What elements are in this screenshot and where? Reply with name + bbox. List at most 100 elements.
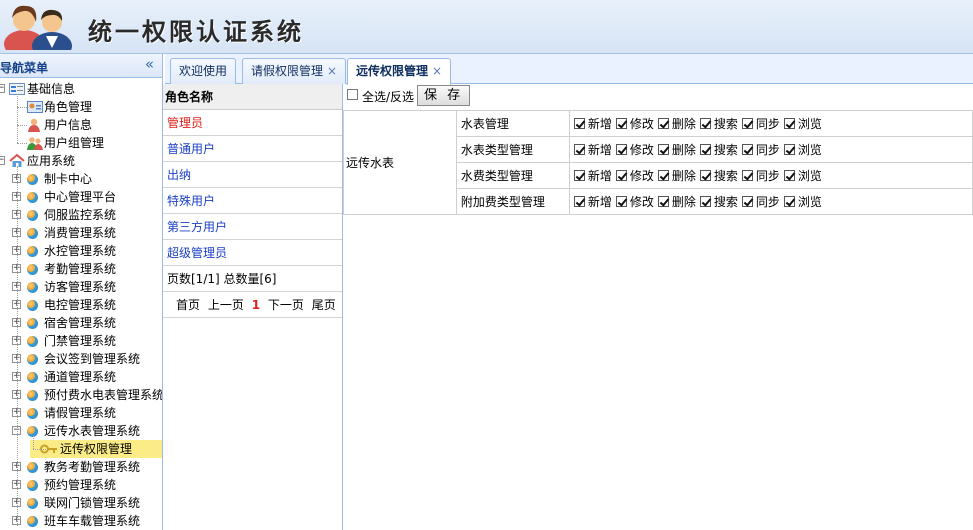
close-icon[interactable]: ×: [327, 64, 337, 78]
permission-checkbox[interactable]: [699, 196, 711, 207]
role-list-item[interactable]: 特殊用户: [163, 188, 342, 214]
tree-item[interactable]: + 请假管理系统: [0, 404, 162, 422]
role-list-item[interactable]: 第三方用户: [163, 214, 342, 240]
pager-prev-link[interactable]: 上一页: [208, 298, 244, 312]
tree-item[interactable]: + 班车车载管理系统: [0, 512, 162, 530]
tree-guide: [17, 94, 18, 143]
user-group-icon: [27, 136, 43, 150]
permission-checkbox[interactable]: [573, 196, 585, 207]
permission-option-label: 新增: [587, 143, 612, 157]
permission-checkbox[interactable]: [741, 118, 753, 129]
tree-label: 基础信息: [27, 82, 76, 96]
tree-item[interactable]: + 联网门锁管理系统: [0, 494, 162, 512]
module-ball-icon: [27, 300, 38, 311]
role-list-item[interactable]: 出纳: [163, 162, 342, 188]
permission-checkbox[interactable]: [573, 144, 585, 155]
tree-item[interactable]: + 教务考勤管理系统: [0, 458, 162, 476]
tree-group[interactable]: − 应用系统: [0, 152, 162, 170]
permission-checkbox[interactable]: [615, 144, 627, 155]
tree-item[interactable]: + 通道管理系统: [0, 368, 162, 386]
permission-checkbox[interactable]: [741, 170, 753, 181]
permission-checkbox[interactable]: [657, 118, 669, 129]
permission-checkbox[interactable]: [615, 196, 627, 207]
permission-options-cell: 新增 修改 删除 搜索 同步 浏览: [568, 110, 973, 137]
permission-checkbox[interactable]: [699, 144, 711, 155]
tree-label: 访客管理系统: [44, 280, 117, 294]
module-ball-icon: [27, 282, 38, 293]
permission-checkbox[interactable]: [615, 170, 627, 181]
permission-checkbox[interactable]: [783, 144, 795, 155]
pager-next-link[interactable]: 下一页: [268, 298, 304, 312]
pager-first-link[interactable]: 首页: [176, 298, 200, 312]
permission-checkbox[interactable]: [783, 196, 795, 207]
permission-checkbox[interactable]: [657, 144, 669, 155]
permission-checkbox[interactable]: [699, 118, 711, 129]
permission-option-label: 搜索: [713, 143, 738, 157]
permission-module-cell: 水表管理: [455, 110, 570, 137]
tab-3[interactable]: 远传权限管理 ×: [347, 58, 452, 85]
permission-checkbox[interactable]: [615, 118, 627, 129]
permission-option-label: 新增: [587, 169, 612, 183]
select-all-label: 全选/反选: [362, 90, 415, 104]
tree-item[interactable]: + 考勤管理系统: [0, 260, 162, 278]
module-ball-icon: [27, 480, 38, 491]
role-list-header: 角色名称: [163, 84, 342, 110]
close-icon[interactable]: ×: [432, 64, 442, 78]
permission-option-label: 修改: [629, 143, 654, 157]
permission-panel: 全选/反选 保 存 远传水表 水表管理 新增 修改 删除 搜索 同步 浏览 水表类型管理 新增 修改…: [343, 84, 973, 530]
save-button[interactable]: 保 存: [417, 85, 471, 106]
role-list-item[interactable]: 超级管理员: [163, 240, 342, 266]
tree-item[interactable]: + 预付费水电表管理系统: [0, 386, 163, 404]
role-list-item[interactable]: 管理员: [163, 110, 342, 136]
permission-checkbox[interactable]: [783, 118, 795, 129]
permission-options-cell: 新增 修改 删除 搜索 同步 浏览: [568, 136, 973, 163]
module-ball-icon: [27, 210, 38, 221]
tree-item[interactable]: + 中心管理平台: [0, 188, 162, 206]
tree-item[interactable]: + 会议签到管理系统: [0, 350, 162, 368]
tree-item[interactable]: + 门禁管理系统: [0, 332, 162, 350]
select-all-checkbox[interactable]: [347, 89, 358, 100]
tree-item[interactable]: + 访客管理系统: [0, 278, 162, 296]
collapse-toggle-icon[interactable]: −: [0, 156, 5, 165]
tree-item[interactable]: + 消费管理系统: [0, 224, 162, 242]
tree-item[interactable]: + 宿舍管理系统: [0, 314, 162, 332]
double-chevron-left-icon[interactable]: «: [145, 55, 154, 73]
tree-item[interactable]: 远传权限管理: [30, 440, 162, 458]
tree-guide: [33, 436, 34, 449]
permission-module-cell: 附加费类型管理: [455, 188, 570, 215]
tree-connector: [17, 125, 27, 126]
tree-label: 预付费水电表管理系统: [44, 388, 163, 402]
permission-checkbox[interactable]: [699, 170, 711, 181]
app-header: 统一权限认证系统: [0, 0, 973, 54]
tree-item[interactable]: + 电控管理系统: [0, 296, 162, 314]
tree-item[interactable]: − 远传水表管理系统: [0, 422, 162, 440]
permission-checkbox[interactable]: [741, 196, 753, 207]
tab-label: 远传权限管理: [356, 64, 429, 78]
tree-item[interactable]: + 制卡中心: [0, 170, 162, 188]
permission-checkbox[interactable]: [741, 144, 753, 155]
role-list-item[interactable]: 普通用户: [163, 136, 342, 162]
permission-row: 远传水表 水表管理 新增 修改 删除 搜索 同步 浏览: [343, 110, 973, 215]
permission-option-label: 同步: [755, 117, 780, 131]
tree-group[interactable]: − 基础信息: [0, 80, 162, 98]
tree-label: 联网门锁管理系统: [44, 496, 141, 510]
tree-label: 应用系统: [27, 154, 76, 168]
permission-table: 远传水表 水表管理 新增 修改 删除 搜索 同步 浏览 水表类型管理 新增 修改 删除 搜索 同步 浏览 水费…: [343, 110, 973, 215]
collapse-toggle-icon[interactable]: −: [0, 84, 5, 93]
tree-item[interactable]: + 伺服监控系统: [0, 206, 162, 224]
permission-checkbox[interactable]: [657, 170, 669, 181]
tree-item[interactable]: + 水控管理系统: [0, 242, 162, 260]
tab-bar: 欢迎使用 请假权限管理 × 远传权限管理 ×: [165, 54, 973, 85]
permission-checkbox[interactable]: [783, 170, 795, 181]
tree-label: 消费管理系统: [44, 226, 117, 240]
tab-1[interactable]: 欢迎使用: [170, 58, 237, 84]
tree-label: 宿舍管理系统: [44, 316, 117, 330]
pager-last-link[interactable]: 尾页: [312, 298, 336, 312]
permission-checkbox[interactable]: [573, 118, 585, 129]
permission-checkbox[interactable]: [573, 170, 585, 181]
tree-label: 教务考勤管理系统: [44, 460, 141, 474]
tab-2[interactable]: 请假权限管理 ×: [242, 58, 347, 84]
permission-checkbox[interactable]: [657, 196, 669, 207]
module-ball-icon: [27, 372, 38, 383]
tree-item[interactable]: + 预约管理系统: [0, 476, 162, 494]
